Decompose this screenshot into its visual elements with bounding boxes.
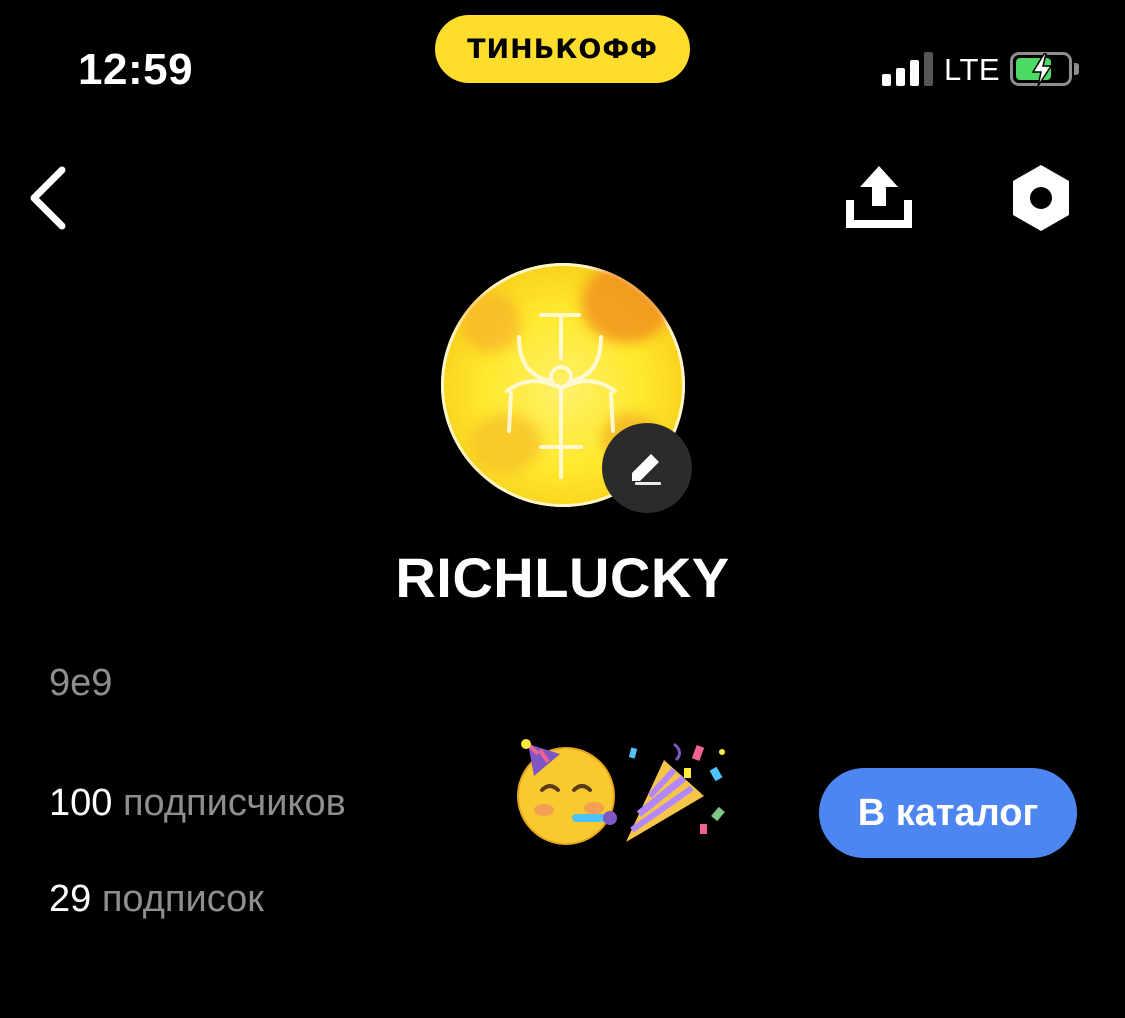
pencil-icon [632,454,661,485]
edit-avatar-button[interactable] [602,423,692,513]
chevron-left-icon [30,166,66,230]
cellular-signal-icon [882,52,936,86]
following-label: подписок [101,878,264,920]
settings-hexagon-icon [1013,165,1069,231]
followers-count: 100 [49,782,113,824]
status-time: 12:59 [78,45,194,94]
carrier-brand-label: ТИНЬКОФФ [467,33,658,65]
party-face-and-popper-icon [517,739,725,845]
followers-stat[interactable]: 100 подписчиков [49,780,346,826]
following-count: 29 [49,878,92,920]
followers-label: подписчиков [122,782,346,824]
following-stat[interactable]: 29 подписок [49,876,264,922]
catalog-button[interactable]: В каталог [819,768,1077,858]
celebration-emoji [514,738,729,848]
battery-icon [1010,52,1072,87]
profile-username: RICHLUCKY [395,546,730,609]
back-button[interactable] [22,158,78,238]
share-button[interactable] [840,160,918,236]
profile-bio: 9e9 [49,662,113,704]
battery-tip [1074,63,1079,75]
carrier-brand-pill[interactable]: ТИНЬКОФФ [435,15,690,83]
charging-bolt-icon [1031,53,1053,87]
share-upload-icon [846,166,912,228]
network-type: LTE [944,52,1001,87]
settings-button[interactable] [1002,160,1080,236]
